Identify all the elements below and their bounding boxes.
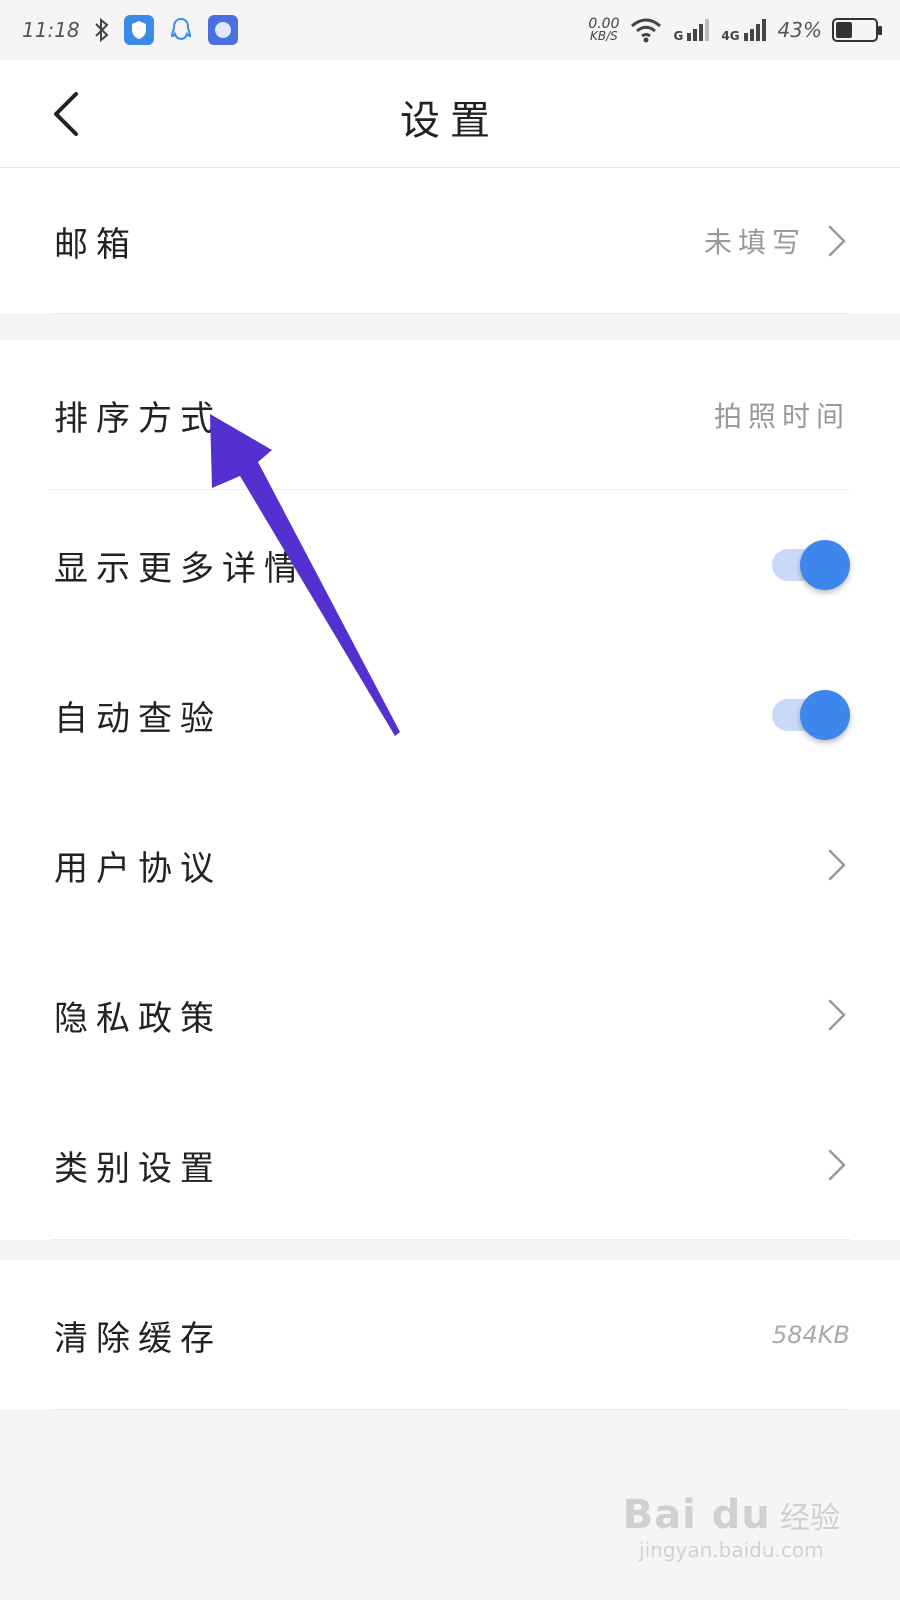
network-g-label: G — [673, 29, 684, 43]
privacy-policy-row[interactable]: 隐私政策 — [0, 940, 900, 1090]
page-title: 设置 — [400, 98, 500, 144]
clear-cache-label: 清除缓存 — [54, 1318, 222, 1359]
signal-g: G — [673, 17, 711, 43]
signal-4g: 4G — [721, 17, 767, 43]
shield-app-icon — [123, 15, 154, 45]
qq-icon — [170, 17, 191, 41]
show-details-label: 显示更多详情 — [54, 548, 306, 589]
settings-screen: 11:18 0.00 KB/S G 4G 43% 设置 邮箱 未填写 排序方式 … — [0, 0, 900, 1600]
sort-mode-row[interactable]: 排序方式 拍照时间 — [0, 340, 900, 490]
user-agreement-label: 用户协议 — [54, 848, 222, 889]
battery-icon — [832, 18, 882, 42]
storage-group: 清除缓存 584KB — [0, 1260, 900, 1410]
chevron-right-icon — [828, 225, 846, 257]
watermark-cn: 经验 — [780, 1501, 840, 1536]
browser-app-icon — [207, 15, 238, 45]
bluetooth-icon — [94, 17, 109, 43]
user-agreement-row[interactable]: 用户协议 — [0, 790, 900, 940]
cache-size-value: 584KB — [771, 1321, 850, 1349]
category-settings-row[interactable]: 类别设置 — [0, 1090, 900, 1240]
email-value: 未填写 — [703, 226, 806, 259]
category-settings-label: 类别设置 — [54, 1148, 222, 1189]
auto-verify-row: 自动查验 — [0, 640, 900, 790]
row-divider — [50, 1239, 850, 1240]
signal-icon — [687, 19, 710, 41]
auto-verify-label: 自动查验 — [54, 698, 222, 739]
network-4g-label: 4G — [721, 29, 740, 43]
status-bar: 11:18 0.00 KB/S G 4G 43% — [0, 0, 900, 60]
privacy-policy-label: 隐私政策 — [54, 998, 222, 1039]
chevron-right-icon — [828, 1149, 846, 1181]
header-bar: 设置 — [0, 60, 900, 168]
toggle-knob — [800, 690, 850, 740]
sort-mode-label: 排序方式 — [54, 398, 222, 439]
email-label: 邮箱 — [54, 224, 138, 265]
chevron-right-icon — [828, 849, 846, 881]
account-group: 邮箱 未填写 — [0, 168, 900, 314]
battery-fill — [836, 22, 853, 38]
battery-percent: 43% — [777, 18, 822, 42]
signal-icon — [743, 19, 766, 41]
watermark-logo: Bai du — [622, 1492, 771, 1538]
status-time: 11:18 — [22, 18, 80, 42]
email-row[interactable]: 邮箱 未填写 — [0, 168, 900, 314]
settings-group: 排序方式 拍照时间 显示更多详情 自动查验 用户协议 隐私政策 类别设置 — [0, 340, 900, 1240]
toggle-knob — [800, 540, 850, 590]
show-details-toggle[interactable] — [768, 539, 850, 591]
wifi-icon — [631, 18, 662, 43]
watermark-url: jingyan.baidu.com — [639, 1538, 824, 1562]
clear-cache-row[interactable]: 清除缓存 584KB — [0, 1260, 900, 1410]
show-details-row: 显示更多详情 — [0, 490, 900, 640]
network-speed: 0.00 KB/S — [588, 17, 619, 43]
chevron-right-icon — [828, 999, 846, 1031]
baidu-watermark: Bai du 经验 jingyan.baidu.com — [623, 1492, 840, 1562]
row-divider — [50, 1409, 850, 1410]
speed-unit: KB/S — [590, 29, 618, 43]
auto-verify-toggle[interactable] — [768, 689, 850, 741]
row-divider — [50, 313, 850, 314]
sort-mode-value: 拍照时间 — [713, 400, 850, 433]
